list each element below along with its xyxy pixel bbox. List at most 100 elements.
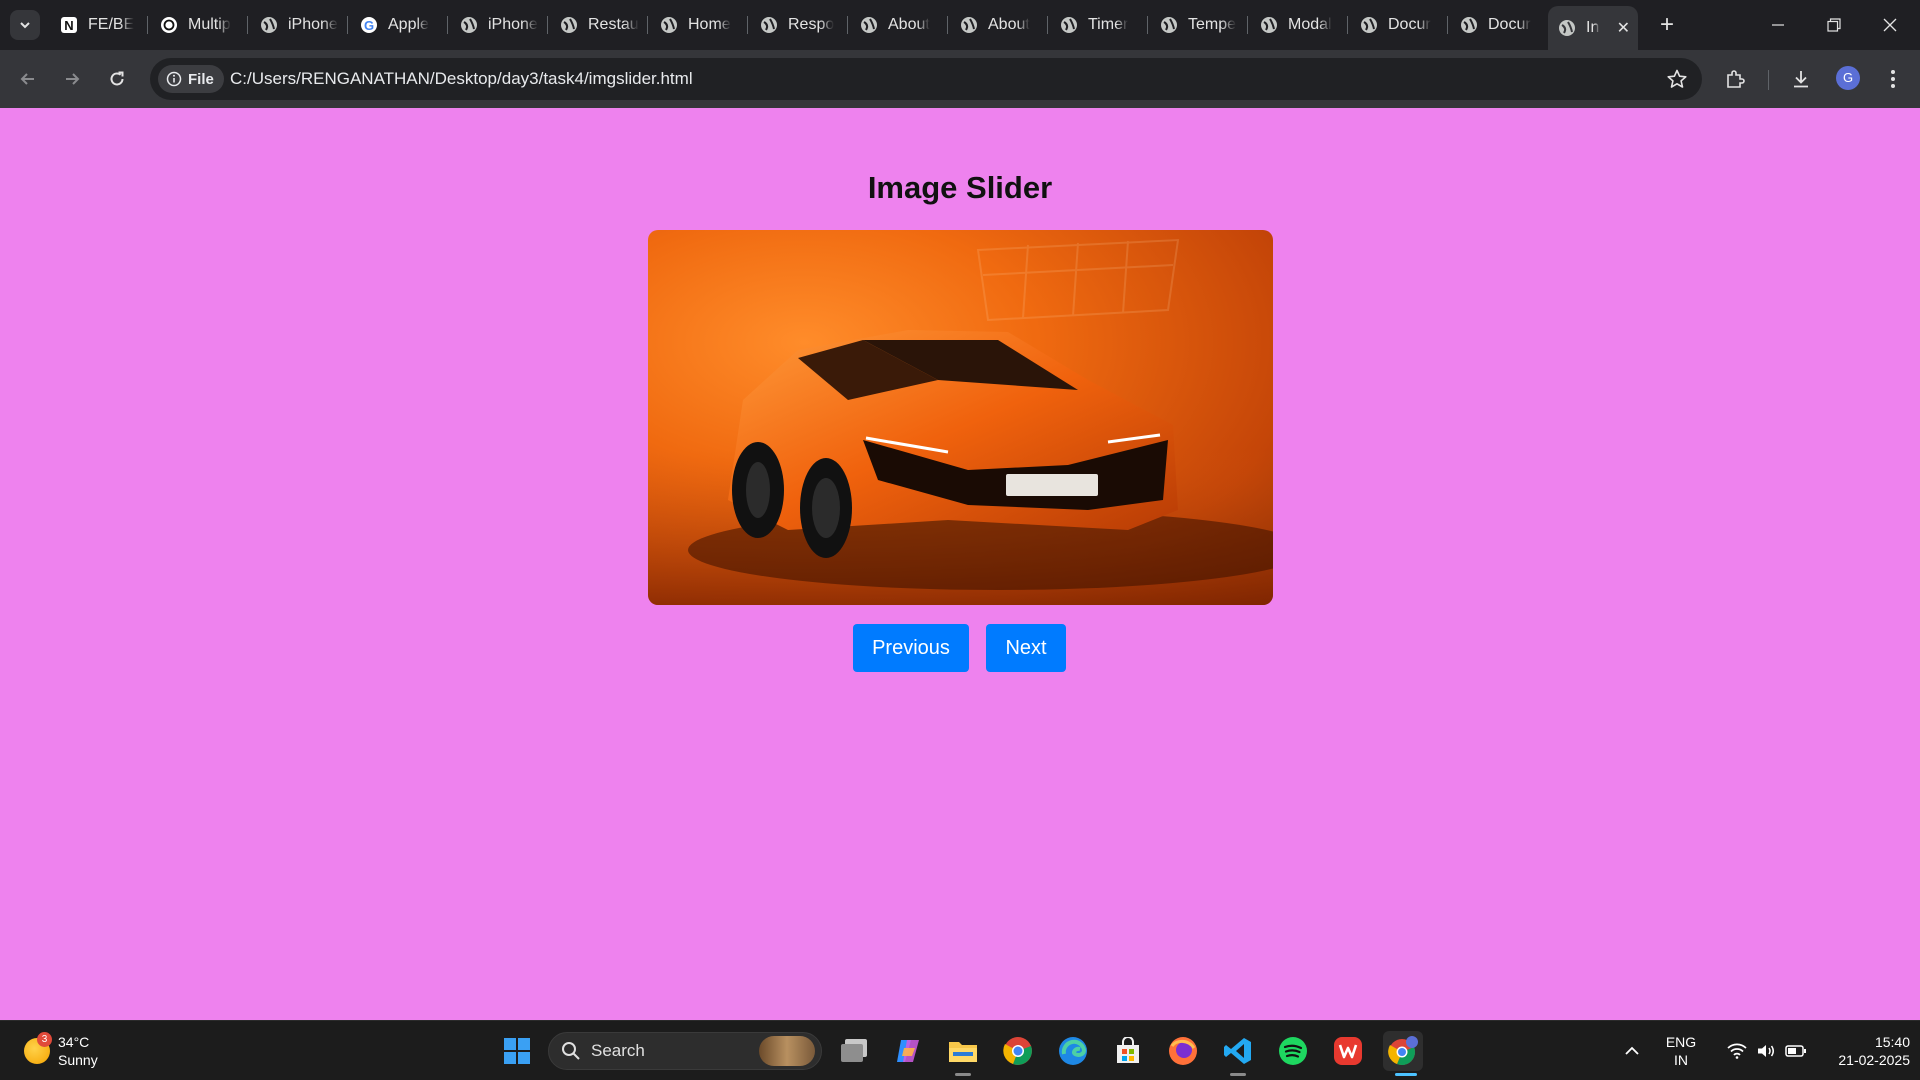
clock-date: 21-02-2025 <box>1838 1052 1910 1068</box>
clock[interactable]: 15:40 21-02-2025 <box>1810 1021 1910 1080</box>
globe-icon <box>1360 16 1378 34</box>
copilot-button[interactable] <box>888 1031 928 1071</box>
bookmark-star-button[interactable] <box>1666 68 1688 95</box>
profile-avatar[interactable]: G <box>1836 66 1860 90</box>
tab-iphone[interactable]: iPhone <box>250 8 350 42</box>
firefox-icon <box>1169 1037 1197 1065</box>
search-icon <box>562 1042 580 1060</box>
close-window-button[interactable] <box>1862 0 1918 50</box>
menu-button[interactable] <box>1877 63 1909 95</box>
more-vert-icon <box>1891 70 1895 88</box>
tab-about[interactable]: About <box>850 8 950 42</box>
tab-iphone-2[interactable]: iPhone <box>450 8 550 42</box>
globe-icon <box>560 16 578 34</box>
vscode-icon <box>1224 1038 1251 1064</box>
tab-tempe[interactable]: Tempe <box>1150 8 1250 42</box>
tab-divider <box>947 16 948 34</box>
tab-docur[interactable]: Docur <box>1350 8 1450 42</box>
tab-timer[interactable]: Timer <box>1050 8 1150 42</box>
tab-divider <box>347 16 348 34</box>
tab-label: Docur <box>1388 16 1431 33</box>
previous-button[interactable]: Previous <box>853 624 969 672</box>
chrome-button[interactable] <box>998 1031 1038 1071</box>
globe-icon <box>1160 16 1178 34</box>
google-icon: G <box>360 16 378 34</box>
file-explorer-icon <box>841 1039 867 1062</box>
globe-icon <box>460 16 478 34</box>
address-bar[interactable]: File C:/Users/RENGANATHAN/Desktop/day3/t… <box>150 58 1702 100</box>
weather-widget[interactable]: 3 34°C Sunny <box>24 1032 98 1069</box>
chrome-profile-icon <box>1388 1036 1418 1065</box>
globe-icon <box>260 16 278 34</box>
tab-label: Restau <box>588 16 639 33</box>
tab-label: Timer <box>1088 16 1129 33</box>
globe-icon <box>660 16 678 34</box>
running-indicator <box>955 1073 971 1076</box>
language-indicator[interactable]: ENG IN <box>1660 1021 1702 1080</box>
tab-active[interactable]: In ✕ <box>1548 6 1638 50</box>
tab-divider <box>147 16 148 34</box>
wps-button[interactable] <box>1328 1031 1368 1071</box>
tab-label: In <box>1586 19 1600 36</box>
windows-taskbar: 3 34°C Sunny Search ENG IN 15:40 21-02-2… <box>0 1020 1920 1080</box>
chrome-profile-button[interactable] <box>1383 1031 1423 1071</box>
tab-search-button[interactable] <box>10 10 40 40</box>
tab-about-2[interactable]: About <box>950 8 1050 42</box>
forward-button[interactable] <box>56 63 88 95</box>
minimize-button[interactable] <box>1750 0 1806 50</box>
downloads-button[interactable] <box>1785 63 1817 95</box>
tab-apple[interactable]: G Apple <box>350 8 450 42</box>
tab-divider <box>1147 16 1148 34</box>
tab-multip[interactable]: Multip <box>150 8 250 42</box>
folder-icon <box>949 1042 977 1062</box>
minimize-icon <box>1772 24 1784 26</box>
windows-logo-icon <box>504 1038 530 1064</box>
system-tray[interactable] <box>1712 1021 1822 1080</box>
tab-respo[interactable]: Respo <box>750 8 850 42</box>
extensions-button[interactable] <box>1719 63 1751 95</box>
restore-button[interactable] <box>1806 0 1862 50</box>
store-icon <box>1117 1037 1139 1063</box>
spotify-button[interactable] <box>1273 1031 1313 1071</box>
battery-icon <box>1785 1045 1806 1057</box>
taskbar-search[interactable]: Search <box>548 1032 822 1070</box>
new-tab-button[interactable]: + <box>1652 10 1682 40</box>
edge-button[interactable] <box>1053 1031 1093 1071</box>
tab-restau[interactable]: Restau <box>550 8 650 42</box>
vscode-button[interactable] <box>1218 1031 1258 1071</box>
show-hidden-icons-button[interactable] <box>1612 1031 1652 1071</box>
tab-docur-2[interactable]: Docur <box>1450 8 1550 42</box>
tab-modal[interactable]: Modal <box>1250 8 1350 42</box>
page-title: Image Slider <box>867 170 1053 205</box>
tab-home[interactable]: Home <box>650 8 750 42</box>
tab-label: Docur <box>1488 16 1531 33</box>
language-line1: ENG <box>1665 1034 1697 1050</box>
weather-temp: 34°C <box>58 1034 90 1050</box>
svg-text:N: N <box>64 18 73 33</box>
language-line2: IN <box>1674 1052 1688 1068</box>
next-button[interactable]: Next <box>986 624 1066 672</box>
tab-divider <box>1447 16 1448 34</box>
wps-icon <box>1334 1037 1362 1065</box>
close-tab-icon[interactable]: ✕ <box>1617 18 1630 38</box>
globe-icon <box>1460 16 1478 34</box>
globe-icon <box>1558 19 1576 37</box>
tab-label: Multip <box>188 16 231 33</box>
url-text[interactable]: C:/Users/RENGANATHAN/Desktop/day3/task4/… <box>230 69 693 89</box>
tab-divider <box>847 16 848 34</box>
tab-label: Home <box>688 16 731 33</box>
toolbar-divider <box>1768 70 1769 90</box>
site-info-chip[interactable]: File <box>158 65 224 93</box>
firefox-button[interactable] <box>1163 1031 1203 1071</box>
tab-fe-be[interactable]: N FE/BE <box>50 8 150 42</box>
running-indicator <box>1230 1073 1246 1076</box>
store-button[interactable] <box>1108 1031 1148 1071</box>
globe-icon <box>1060 16 1078 34</box>
weather-condition: Sunny <box>58 1052 98 1068</box>
back-button[interactable] <box>12 63 44 95</box>
task-view-button[interactable] <box>834 1031 874 1071</box>
reload-button[interactable] <box>101 63 133 95</box>
folder-button[interactable] <box>943 1031 983 1071</box>
volume-icon <box>1758 1045 1774 1057</box>
start-button[interactable] <box>497 1031 537 1071</box>
